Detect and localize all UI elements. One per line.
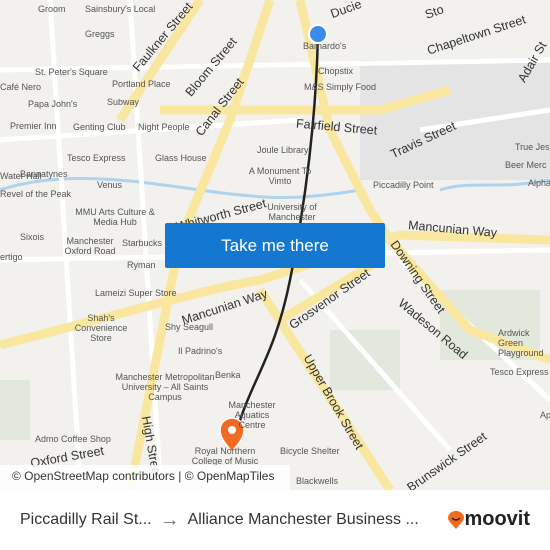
- place-label: Admo Coffee Shop: [35, 434, 111, 444]
- origin-label: Piccadilly Rail St...: [20, 511, 152, 528]
- place-label: Lameizi Super Store: [95, 288, 177, 298]
- place-label: Sixois: [20, 232, 45, 242]
- place-label: Revel of the Peak: [0, 189, 72, 199]
- place-label: Shah's Convenience Store: [74, 313, 128, 343]
- place-label: Royal Northern College of Music: [191, 446, 259, 466]
- place-label: Groom: [38, 4, 66, 14]
- place-label: True Jesus: [515, 142, 550, 152]
- moovit-wordmark: moovit: [464, 508, 530, 530]
- place-label: Il Padrino's: [178, 346, 223, 356]
- place-label: Bicycle Shelter: [280, 446, 340, 456]
- place-label: ertigo: [0, 252, 23, 262]
- place-label: Bannatynes: [20, 169, 68, 179]
- destination-label: Alliance Manchester Business ...: [187, 511, 419, 528]
- arrow-right-icon: →: [159, 508, 180, 531]
- place-label: Venus: [97, 180, 123, 190]
- place-label: Joule Library: [257, 145, 309, 155]
- place-label: University of Manchester: [267, 202, 317, 222]
- place-label: Papa John's: [28, 99, 78, 109]
- place-label: A Monument To Vimto: [248, 166, 312, 186]
- place-label: Alpha: [528, 178, 550, 188]
- map-attribution[interactable]: © OpenStreetMap contributors | © OpenMap…: [0, 465, 290, 490]
- place-label: M&S Simply Food: [304, 82, 377, 92]
- place-label: Greggs: [85, 29, 115, 39]
- place-label: Premier Inn: [10, 121, 57, 131]
- place-label: Ap: [540, 410, 550, 420]
- place-label: Ryman: [127, 260, 156, 270]
- map[interactable]: Ducie Faulkner Street Bloom Street Canal…: [0, 0, 550, 490]
- place-label: Benka: [215, 370, 241, 380]
- place-label: Manchester Aquatics Centre: [228, 400, 276, 430]
- place-label: Manchester Metropolitan University – All…: [115, 372, 215, 402]
- place-label: St. Peter's Square: [35, 67, 108, 77]
- place-label: Barnardo's: [303, 41, 347, 51]
- place-label: Tesco Express: [490, 367, 549, 377]
- place-label: Café Nero: [0, 82, 42, 92]
- take-me-there-button[interactable]: Take me there: [165, 223, 385, 268]
- place-label: Portland Place: [112, 79, 171, 89]
- place-label: Night People: [138, 122, 190, 132]
- place-label: Tesco Express: [67, 153, 126, 163]
- place-label: Chopstix: [318, 66, 354, 76]
- place-label: Piccadilly Point: [373, 180, 434, 190]
- place-label: Genting Club: [73, 122, 126, 132]
- place-label: Ardwick Green Playground: [498, 328, 544, 358]
- place-label: MMU Arts Culture & Media Hub: [75, 207, 155, 227]
- place-label: Manchester Oxford Road: [64, 236, 116, 256]
- place-label: Shy Seagull: [165, 322, 214, 332]
- moovit-pin-icon: [448, 510, 465, 529]
- place-label: Starbucks: [122, 238, 163, 248]
- moovit-logo: moovit: [448, 508, 530, 531]
- place-label: Subway: [107, 97, 140, 107]
- place-label: Glass House: [155, 153, 207, 163]
- place-label: Blackwells: [296, 476, 339, 486]
- place-label: Beer Merc: [505, 160, 547, 170]
- park: [0, 380, 30, 440]
- place-label: Sainsbury's Local: [85, 4, 156, 14]
